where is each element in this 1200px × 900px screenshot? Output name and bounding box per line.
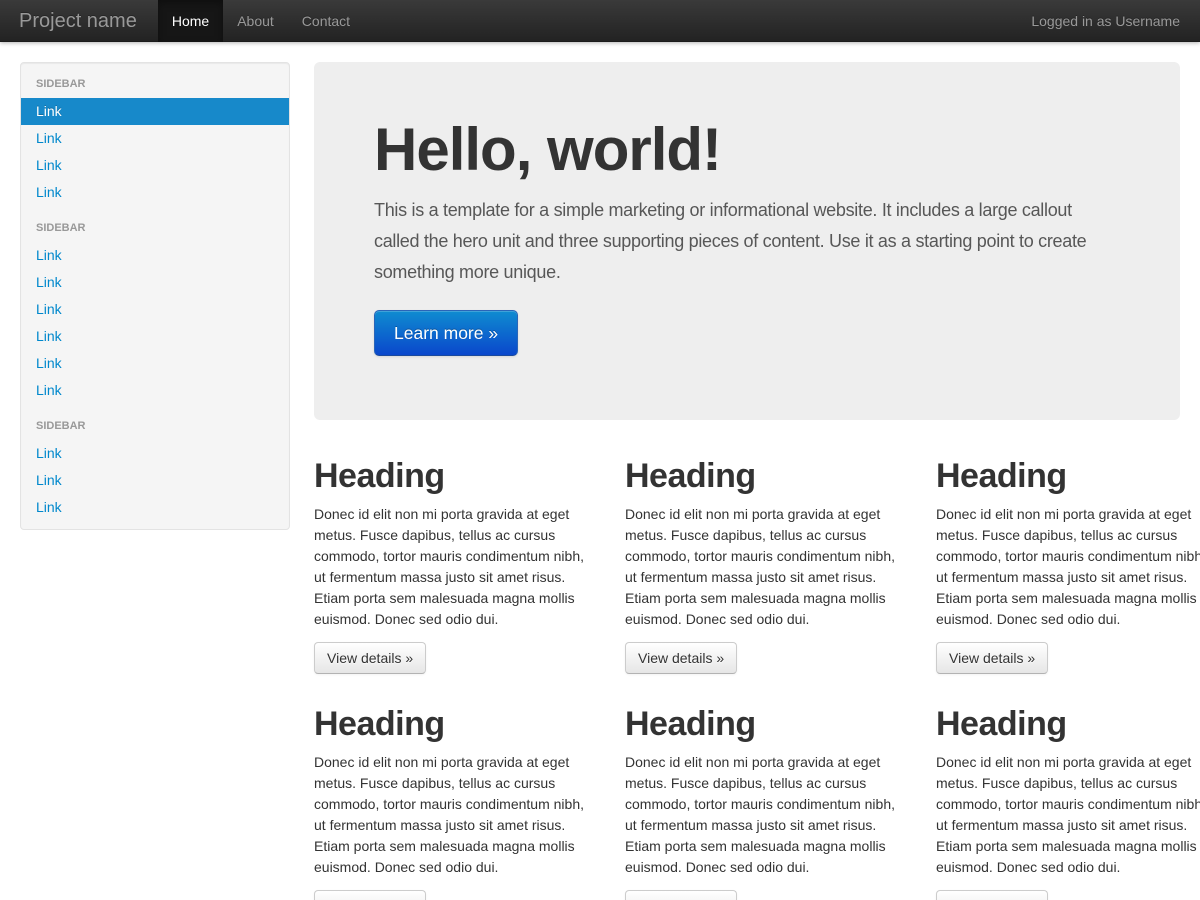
card-text: Donec id elit non mi porta gravida at eg…: [625, 752, 906, 878]
view-details-button[interactable]: View details »: [314, 890, 426, 900]
nav-item-home[interactable]: Home: [158, 0, 223, 42]
sidebar-group: SIDEBAR Link Link Link Link Link Link: [21, 215, 289, 404]
nav-item-contact[interactable]: Contact: [288, 0, 364, 42]
learn-more-button[interactable]: Learn more »: [374, 310, 518, 356]
navbar: Project name Home About Contact Logged i…: [0, 0, 1200, 42]
sidebar-link[interactable]: Link: [21, 152, 289, 179]
sidebar-group: SIDEBAR Link Link Link Link: [21, 71, 289, 206]
sidebar-link[interactable]: Link: [21, 296, 289, 323]
sidebar-group-header: SIDEBAR: [21, 215, 289, 242]
page-container: SIDEBAR Link Link Link Link SIDEBAR Link…: [0, 42, 1200, 900]
sidebar-link[interactable]: Link: [21, 350, 289, 377]
sidebar-link[interactable]: Link: [21, 467, 289, 494]
sidebar-group: SIDEBAR Link Link Link: [21, 413, 289, 521]
view-details-button[interactable]: View details »: [625, 642, 737, 674]
card-text: Donec id elit non mi porta gravida at eg…: [936, 504, 1200, 630]
content-card: Heading Donec id elit non mi porta gravi…: [625, 704, 906, 900]
sidebar-group-header: SIDEBAR: [21, 71, 289, 98]
view-details-button[interactable]: View details »: [936, 890, 1048, 900]
card-heading: Heading: [625, 456, 906, 496]
main-nav: Home About Contact: [158, 0, 364, 42]
hero-title: Hello, world!: [374, 112, 1120, 187]
card-text: Donec id elit non mi porta gravida at eg…: [314, 752, 595, 878]
sidebar-link[interactable]: Link: [21, 269, 289, 296]
brand[interactable]: Project name: [0, 0, 158, 42]
sidebar-group-header: SIDEBAR: [21, 413, 289, 440]
card-heading: Heading: [625, 704, 906, 744]
content-card: Heading Donec id elit non mi porta gravi…: [314, 704, 595, 900]
card-text: Donec id elit non mi porta gravida at eg…: [625, 504, 906, 630]
sidebar-link[interactable]: Link: [21, 494, 289, 521]
card-heading: Heading: [314, 456, 595, 496]
content-card: Heading Donec id elit non mi porta gravi…: [625, 456, 906, 674]
cards-grid: Heading Donec id elit non mi porta gravi…: [314, 456, 1180, 900]
sidebar-link[interactable]: Link: [21, 323, 289, 350]
nav-item-about[interactable]: About: [223, 0, 288, 42]
sidebar: SIDEBAR Link Link Link Link SIDEBAR Link…: [20, 62, 290, 530]
card-heading: Heading: [936, 456, 1200, 496]
content-card: Heading Donec id elit non mi porta gravi…: [936, 456, 1200, 674]
content-card: Heading Donec id elit non mi porta gravi…: [314, 456, 595, 674]
card-heading: Heading: [936, 704, 1200, 744]
sidebar-link[interactable]: Link: [21, 179, 289, 206]
view-details-button[interactable]: View details »: [314, 642, 426, 674]
hero-text: This is a template for a simple marketin…: [374, 195, 1119, 288]
sidebar-link[interactable]: Link: [21, 98, 289, 125]
sidebar-link[interactable]: Link: [21, 440, 289, 467]
main-content: Hello, world! This is a template for a s…: [314, 62, 1180, 900]
view-details-button[interactable]: View details »: [936, 642, 1048, 674]
logged-in-text: Logged in as Username: [1031, 0, 1200, 42]
content-card: Heading Donec id elit non mi porta gravi…: [936, 704, 1200, 900]
sidebar-link[interactable]: Link: [21, 125, 289, 152]
card-text: Donec id elit non mi porta gravida at eg…: [314, 504, 595, 630]
sidebar-link[interactable]: Link: [21, 377, 289, 404]
card-heading: Heading: [314, 704, 595, 744]
sidebar-link[interactable]: Link: [21, 242, 289, 269]
view-details-button[interactable]: View details »: [625, 890, 737, 900]
card-text: Donec id elit non mi porta gravida at eg…: [936, 752, 1200, 878]
hero-unit: Hello, world! This is a template for a s…: [314, 62, 1180, 420]
